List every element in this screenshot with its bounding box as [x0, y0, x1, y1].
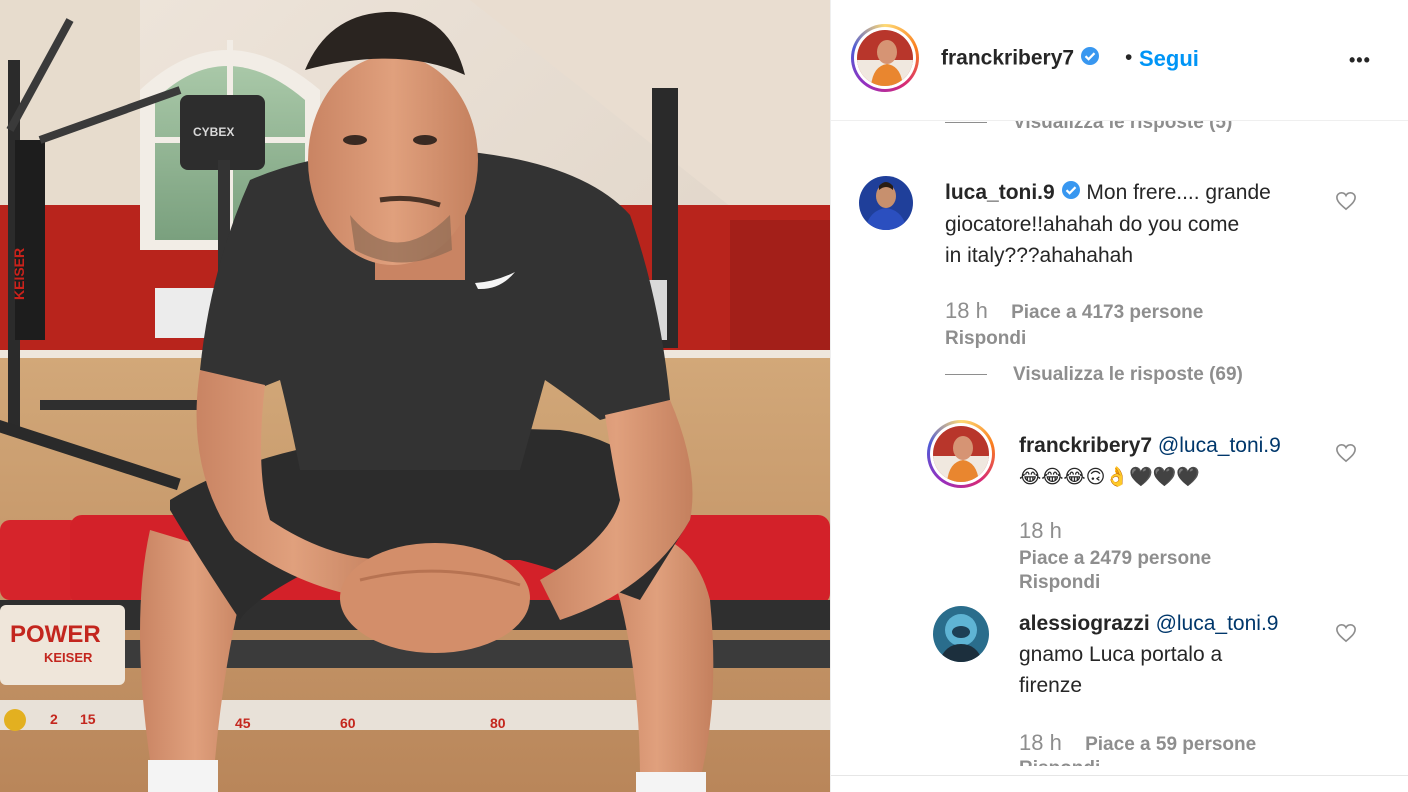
view-replies-line — [945, 374, 987, 376]
reply-likes[interactable]: Piace a 2479 persone — [1019, 548, 1211, 570]
reply-time: 18 h — [1019, 730, 1062, 755]
reply-author-avatar[interactable] — [933, 606, 989, 662]
header-separator: • — [1125, 46, 1133, 69]
svg-text:45: 45 — [235, 715, 251, 731]
comments-bottom-mask — [831, 766, 1408, 792]
reply-mention[interactable]: @luca_toni.9 — [1158, 434, 1281, 457]
bench-brand-top: POWER — [10, 621, 101, 648]
comments-bottom-divider — [831, 775, 1408, 776]
author-avatar[interactable] — [851, 24, 919, 92]
reply-body: franckribery7 @luca_toni.9 😂😂😂🙃👌🖤🖤🖤 — [1019, 430, 1339, 493]
comment-text-line: in italy???ahahahah — [945, 243, 1133, 267]
post-photo[interactable]: KEISER CYBEX 2 15 45 60 80 POWER KEISER — [0, 0, 830, 792]
verified-badge-icon — [1080, 46, 1100, 72]
post-author-name[interactable]: franckribery7 — [941, 46, 1100, 72]
commenter-avatar-image — [859, 176, 913, 230]
more-options-icon[interactable]: ••• — [1349, 50, 1371, 71]
comment-text-line: Mon frere.... grande — [1086, 181, 1271, 204]
reply-author-avatar[interactable] — [927, 420, 995, 488]
comment-username[interactable]: luca_toni.9 — [945, 181, 1055, 204]
view-replies-line — [945, 122, 987, 124]
author-avatar-image — [857, 30, 913, 86]
comment-likes[interactable]: Piace a 4173 persone — [1011, 302, 1203, 323]
follow-button[interactable]: Segui — [1139, 46, 1199, 72]
svg-text:60: 60 — [340, 715, 356, 731]
reply-text: 😂😂😂🙃👌🖤🖤🖤 — [1019, 467, 1201, 488]
svg-text:2: 2 — [50, 711, 58, 727]
reply-author-avatar-image — [933, 606, 989, 662]
comments-panel: franckribery7 • Segui ••• Visualizza le … — [830, 0, 1408, 792]
reply-text-line: gnamo Luca portalo a — [1019, 643, 1223, 666]
reply-body: alessiograzzi @luca_toni.9 gnamo Luca po… — [1019, 608, 1339, 701]
machine-brand: KEISER — [11, 248, 27, 300]
post-header: franckribery7 • Segui ••• — [831, 0, 1408, 121]
reply-likes[interactable]: Piace a 59 persone — [1085, 734, 1256, 755]
reply-text-line: firenze — [1019, 674, 1083, 697]
comment-meta: 18 h Piace a 4173 persone — [945, 298, 1203, 324]
reply-meta: 18 h Piace a 59 persone — [1019, 730, 1256, 756]
like-heart-icon[interactable] — [1335, 623, 1357, 648]
like-heart-icon[interactable] — [1335, 191, 1357, 216]
reply-button[interactable]: Rispondi — [1019, 572, 1100, 594]
rack-brand: CYBEX — [193, 125, 234, 139]
comment-body: luca_toni.9 Mon frere.... grande giocato… — [945, 177, 1345, 271]
svg-text:80: 80 — [490, 715, 506, 731]
comment-time: 18 h — [945, 298, 988, 323]
reply-mention[interactable]: @luca_toni.9 — [1156, 612, 1279, 635]
reply-button[interactable]: Rispondi — [945, 328, 1026, 350]
commenter-avatar[interactable] — [859, 176, 913, 230]
svg-text:15: 15 — [80, 711, 96, 727]
reply-username[interactable]: franckribery7 — [1019, 434, 1152, 457]
gym-photo-illustration: KEISER CYBEX 2 15 45 60 80 POWER KEISER — [0, 0, 830, 792]
reply-time: 18 h — [1019, 518, 1062, 543]
view-replies-link[interactable]: Visualizza le risposte (69) — [945, 364, 1243, 386]
reply-username[interactable]: alessiograzzi — [1019, 612, 1150, 635]
like-heart-icon[interactable] — [1335, 443, 1357, 468]
verified-badge-icon — [1061, 178, 1081, 209]
bench-brand-bottom: KEISER — [44, 650, 93, 665]
reply-author-avatar-image — [933, 426, 989, 482]
comment-text-line: giocatore!!ahahah do you come — [945, 212, 1240, 236]
